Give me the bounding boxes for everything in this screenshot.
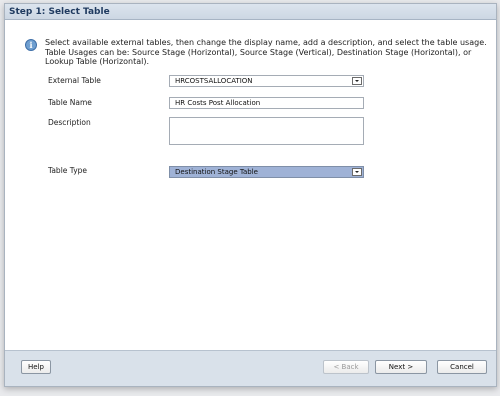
table-name-value: HR Costs Post Allocation bbox=[175, 99, 261, 107]
cancel-button[interactable]: Cancel bbox=[437, 360, 487, 374]
info-line-3: Lookup Table (Horizontal). bbox=[45, 57, 150, 67]
table-type-label: Table Type bbox=[48, 166, 88, 175]
external-table-label: External Table bbox=[48, 76, 101, 85]
info-line-2: Table Usages can be: Source Stage (Horiz… bbox=[45, 47, 472, 57]
info-icon: i bbox=[25, 39, 37, 51]
help-button[interactable]: Help bbox=[21, 360, 51, 374]
info-line-1: Select available external tables, then c… bbox=[45, 38, 487, 47]
wizard-dialog: Step 1: Select Table i Select available … bbox=[4, 3, 497, 387]
description-textarea[interactable] bbox=[169, 117, 364, 145]
info-message: Select available external tables, then c… bbox=[45, 38, 491, 67]
chevron-down-icon bbox=[355, 80, 359, 82]
next-button[interactable]: Next > bbox=[375, 360, 427, 374]
table-type-dropdown-button[interactable] bbox=[352, 168, 362, 176]
wizard-step-title: Step 1: Select Table bbox=[5, 4, 496, 20]
external-table-combo[interactable]: HRCOSTSALLOCATION bbox=[169, 75, 364, 87]
back-button[interactable]: < Back bbox=[323, 360, 369, 374]
external-table-dropdown-button[interactable] bbox=[352, 77, 362, 85]
table-name-input[interactable]: HR Costs Post Allocation bbox=[169, 97, 364, 109]
wizard-footer: Help < Back Next > Cancel bbox=[5, 350, 496, 386]
chevron-down-icon bbox=[355, 171, 359, 173]
table-name-label: Table Name bbox=[48, 98, 92, 107]
table-type-value: Destination Stage Table bbox=[175, 168, 258, 176]
table-type-combo[interactable]: Destination Stage Table bbox=[169, 166, 364, 178]
description-label: Description bbox=[48, 118, 91, 127]
external-table-value: HRCOSTSALLOCATION bbox=[175, 77, 253, 85]
